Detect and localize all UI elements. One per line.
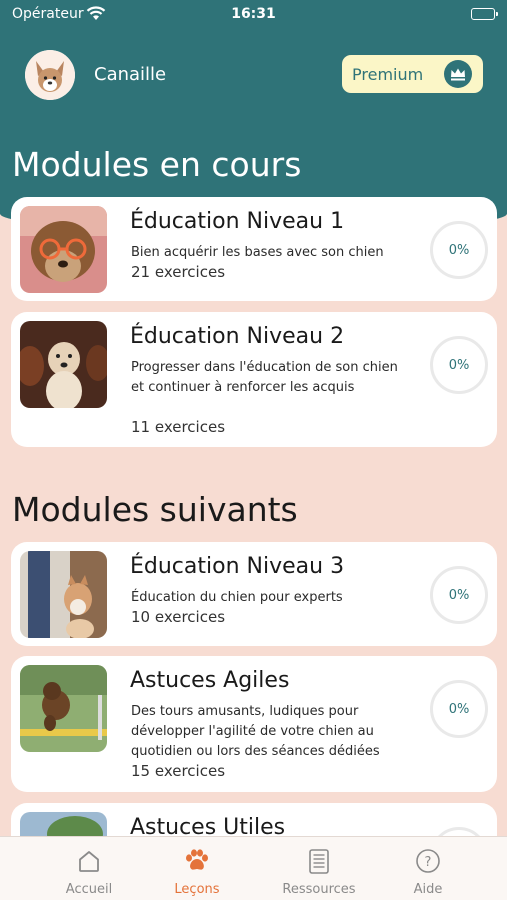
- progress-ring: 0%: [430, 566, 488, 624]
- tab-aide[interactable]: ? Aide: [378, 837, 478, 900]
- module-exercise-count: 21 exercices: [131, 263, 226, 281]
- module-title: Éducation Niveau 3: [130, 554, 345, 579]
- section-title-next: Modules suivants: [12, 490, 298, 529]
- module-description: Progresser dans l'éducation de son chien…: [131, 360, 398, 395]
- tab-label: Accueil: [65, 882, 113, 897]
- tab-label: Aide: [413, 882, 443, 897]
- premium-button[interactable]: Premium: [342, 55, 483, 93]
- module-thumbnail: [20, 206, 107, 293]
- tab-lecons[interactable]: Leçons: [147, 837, 247, 900]
- battery-icon: [471, 8, 498, 20]
- module-description: Bien acquérir les bases avec son chien: [131, 245, 384, 260]
- username: Canaille: [94, 64, 167, 85]
- avatar[interactable]: [25, 50, 75, 100]
- module-card[interactable]: Astuces Agiles Des tours amusants, ludiq…: [11, 656, 497, 792]
- dog-avatar-icon: [25, 50, 75, 100]
- module-exercise-count: 15 exercices: [131, 762, 226, 780]
- home-icon: [75, 847, 103, 875]
- module-thumbnail: [20, 665, 107, 752]
- clock: 16:31: [231, 6, 276, 22]
- module-exercise-count: 11 exercices: [131, 418, 226, 436]
- module-thumbnail: [20, 321, 107, 408]
- module-title: Astuces Agiles: [130, 668, 290, 693]
- module-title: Éducation Niveau 2: [130, 324, 345, 349]
- module-card[interactable]: Éducation Niveau 2 Progresser dans l'édu…: [11, 312, 497, 447]
- module-title: Éducation Niveau 1: [130, 209, 345, 234]
- tab-ressources[interactable]: Ressources: [269, 837, 369, 900]
- section-title-current: Modules en cours: [12, 145, 302, 184]
- tab-accueil[interactable]: Accueil: [39, 837, 139, 900]
- crown-icon: [444, 60, 472, 88]
- progress-ring: 0%: [430, 221, 488, 279]
- paw-icon: [183, 847, 211, 875]
- module-card[interactable]: Éducation Niveau 1 Bien acquérir les bas…: [11, 197, 497, 301]
- document-icon: [305, 847, 333, 875]
- help-icon: ?: [414, 847, 442, 875]
- module-description: Des tours amusants, ludiques pour dévelo…: [131, 704, 380, 759]
- tab-label: Leçons: [174, 882, 220, 897]
- progress-ring: 0%: [430, 336, 488, 394]
- module-card[interactable]: Éducation Niveau 3 Éducation du chien po…: [11, 542, 497, 646]
- module-thumbnail: [20, 551, 107, 638]
- svg-text:?: ?: [425, 855, 432, 870]
- tab-label: Ressources: [282, 882, 356, 897]
- tab-bar: Accueil Leçons Ressources ? Aide: [0, 836, 507, 900]
- progress-ring: 0%: [430, 680, 488, 738]
- module-exercise-count: 10 exercices: [131, 608, 226, 626]
- premium-label: Premium: [352, 64, 424, 84]
- module-description: Éducation du chien pour experts: [131, 590, 343, 605]
- status-bar: Opérateur 16:31: [0, 0, 507, 30]
